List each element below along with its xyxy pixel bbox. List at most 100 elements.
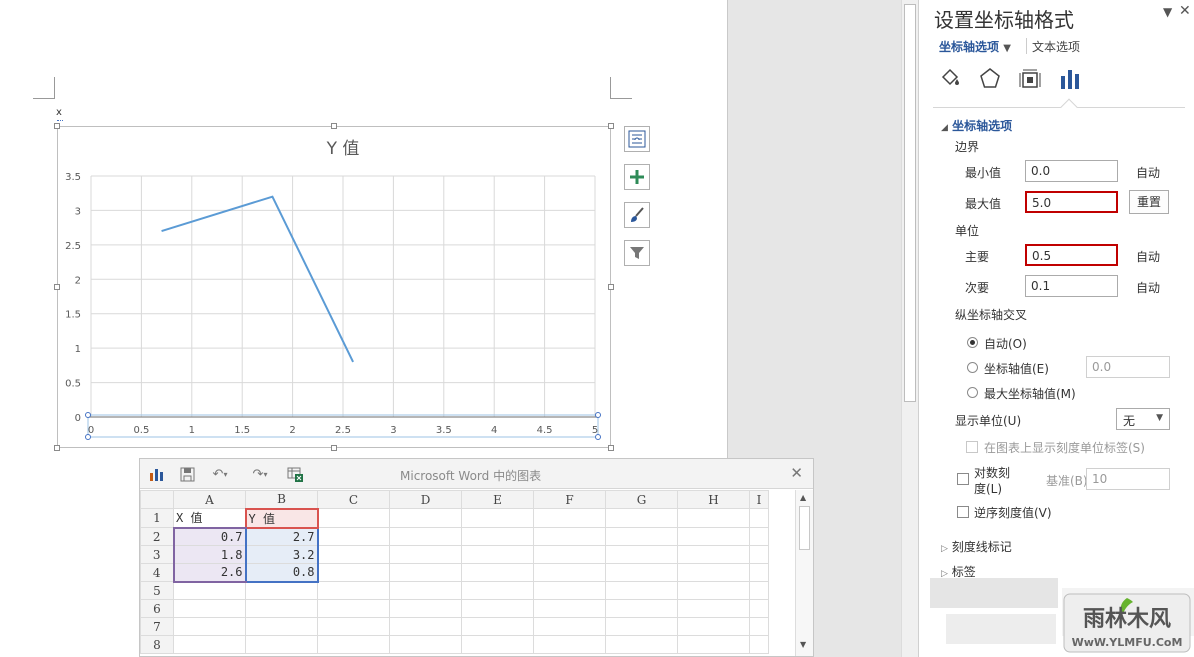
minor-input[interactable]: 0.1 bbox=[1025, 275, 1118, 297]
cell[interactable] bbox=[245, 635, 318, 654]
resize-handle-tr[interactable] bbox=[608, 123, 614, 129]
cell[interactable] bbox=[317, 563, 390, 582]
cell[interactable] bbox=[245, 581, 318, 600]
cell[interactable] bbox=[677, 617, 750, 636]
save-icon[interactable] bbox=[178, 465, 196, 483]
log-scale-checkbox[interactable] bbox=[957, 473, 969, 485]
cell[interactable] bbox=[533, 508, 606, 528]
cell[interactable] bbox=[461, 563, 534, 582]
cell[interactable] bbox=[461, 635, 534, 654]
chart-filters-button[interactable] bbox=[624, 240, 650, 266]
cell[interactable] bbox=[317, 581, 390, 600]
select-all-corner[interactable] bbox=[140, 490, 174, 509]
cell[interactable] bbox=[173, 617, 246, 636]
reset-button[interactable]: 重置 bbox=[1129, 190, 1169, 214]
cell-a2[interactable]: 0.7 bbox=[172, 527, 246, 546]
cell-b2[interactable]: 2.7 bbox=[244, 527, 319, 546]
document-scrollbar[interactable] bbox=[901, 0, 918, 657]
cell[interactable] bbox=[461, 527, 534, 546]
cell[interactable] bbox=[389, 563, 462, 582]
pane-options-dropdown-icon[interactable]: ▼ bbox=[1163, 5, 1172, 19]
column-header[interactable]: F bbox=[533, 490, 606, 509]
size-properties-icon[interactable] bbox=[1017, 66, 1043, 92]
cell[interactable] bbox=[677, 508, 750, 528]
cell[interactable] bbox=[389, 527, 462, 546]
sheet-close-button[interactable]: ✕ bbox=[790, 464, 803, 482]
sheet-scrollbar[interactable]: ▲ ▼ bbox=[795, 490, 813, 656]
cell[interactable] bbox=[317, 635, 390, 654]
edit-in-excel-icon[interactable] bbox=[286, 465, 304, 483]
cell[interactable] bbox=[605, 581, 678, 600]
sheet-grid[interactable]: A B C D E F G H I 1 X 值 Y 值 2 0.7 2.7 3 … bbox=[140, 490, 769, 654]
cell-b1[interactable]: Y 值 bbox=[244, 507, 319, 529]
column-header[interactable]: E bbox=[461, 490, 534, 509]
cell[interactable] bbox=[605, 527, 678, 546]
cell[interactable] bbox=[677, 599, 750, 618]
cell[interactable] bbox=[677, 527, 750, 546]
cell[interactable] bbox=[749, 599, 769, 618]
cell[interactable] bbox=[173, 635, 246, 654]
cell[interactable] bbox=[317, 599, 390, 618]
cell[interactable] bbox=[533, 563, 606, 582]
cell[interactable] bbox=[245, 617, 318, 636]
cell[interactable] bbox=[749, 635, 769, 654]
chart-data-sheet[interactable]: ↶ ▾ ↷ ▾ Microsoft Word 中的图表 ✕ A B C D E F … bbox=[139, 458, 814, 657]
major-input[interactable]: 0.5 bbox=[1025, 244, 1118, 266]
row-header[interactable]: 4 bbox=[140, 563, 174, 582]
chart-area[interactable]: Y 值 0 0.5 1 1.5 2 2.5 3 3.5 4 4.5 5 0 0.5 1 1.5 2 2.5 3 3.5 bbox=[57, 126, 611, 448]
cell[interactable] bbox=[605, 545, 678, 564]
display-units-select[interactable]: 无 ▼ bbox=[1116, 408, 1170, 430]
undo-icon[interactable]: ↶ ▾ bbox=[206, 465, 234, 483]
resize-handle-b[interactable] bbox=[331, 445, 337, 451]
cell[interactable] bbox=[749, 581, 769, 600]
cell[interactable] bbox=[461, 508, 534, 528]
layout-options-button[interactable] bbox=[624, 126, 650, 152]
cell[interactable] bbox=[749, 617, 769, 636]
cell[interactable] bbox=[389, 635, 462, 654]
cell[interactable] bbox=[173, 581, 246, 600]
cell[interactable] bbox=[461, 545, 534, 564]
cell[interactable] bbox=[533, 635, 606, 654]
effects-pentagon-icon[interactable] bbox=[977, 66, 1003, 92]
cell[interactable] bbox=[389, 599, 462, 618]
row-header[interactable]: 5 bbox=[140, 581, 174, 600]
cell[interactable] bbox=[677, 563, 750, 582]
cell[interactable] bbox=[317, 617, 390, 636]
cell[interactable] bbox=[605, 599, 678, 618]
cross-auto-radio[interactable] bbox=[967, 337, 978, 348]
cell[interactable] bbox=[389, 508, 462, 528]
sheet-scroll-thumb[interactable] bbox=[799, 506, 810, 550]
cross-max-radio[interactable] bbox=[967, 387, 978, 398]
row-header[interactable]: 2 bbox=[140, 527, 174, 546]
cell[interactable] bbox=[605, 617, 678, 636]
resize-handle-bl[interactable] bbox=[54, 445, 60, 451]
cell-a4[interactable]: 2.6 bbox=[172, 563, 246, 583]
resize-handle-tl[interactable] bbox=[54, 123, 60, 129]
pane-close-icon[interactable]: ✕ bbox=[1179, 3, 1191, 19]
cell[interactable] bbox=[317, 508, 390, 528]
cell[interactable] bbox=[317, 545, 390, 564]
cell-b4[interactable]: 0.8 bbox=[244, 563, 319, 583]
cell[interactable] bbox=[677, 635, 750, 654]
cell[interactable] bbox=[461, 599, 534, 618]
resize-handle-l[interactable] bbox=[54, 284, 60, 290]
cell[interactable] bbox=[749, 545, 769, 564]
cell[interactable] bbox=[245, 599, 318, 618]
line-chart[interactable]: Y 值 0 0.5 1 1.5 2 2.5 3 3.5 4 4.5 5 0 0.5 1 1.5 2 2.5 3 3.5 bbox=[58, 127, 612, 449]
reverse-order-checkbox[interactable] bbox=[957, 506, 969, 518]
section-tick-marks[interactable]: ▷ 刻度线标记 bbox=[941, 538, 1012, 555]
cell[interactable] bbox=[677, 545, 750, 564]
cell[interactable] bbox=[389, 545, 462, 564]
column-header[interactable]: D bbox=[389, 490, 462, 509]
chart-icon[interactable] bbox=[148, 465, 166, 483]
cell-a3[interactable]: 1.8 bbox=[172, 545, 246, 564]
axis-options-chart-icon[interactable] bbox=[1057, 66, 1083, 92]
cell[interactable] bbox=[461, 617, 534, 636]
redo-icon[interactable]: ↷ ▾ bbox=[246, 465, 274, 483]
reverse-order-label[interactable]: 逆序刻度值(V) bbox=[974, 504, 1052, 521]
tab-axis-options[interactable]: 坐标轴选项 ▼ bbox=[939, 38, 1011, 55]
scroll-up-arrow-icon[interactable]: ▲ bbox=[800, 493, 806, 502]
cell[interactable] bbox=[749, 527, 769, 546]
column-header[interactable]: C bbox=[317, 490, 390, 509]
row-header[interactable]: 3 bbox=[140, 545, 174, 564]
